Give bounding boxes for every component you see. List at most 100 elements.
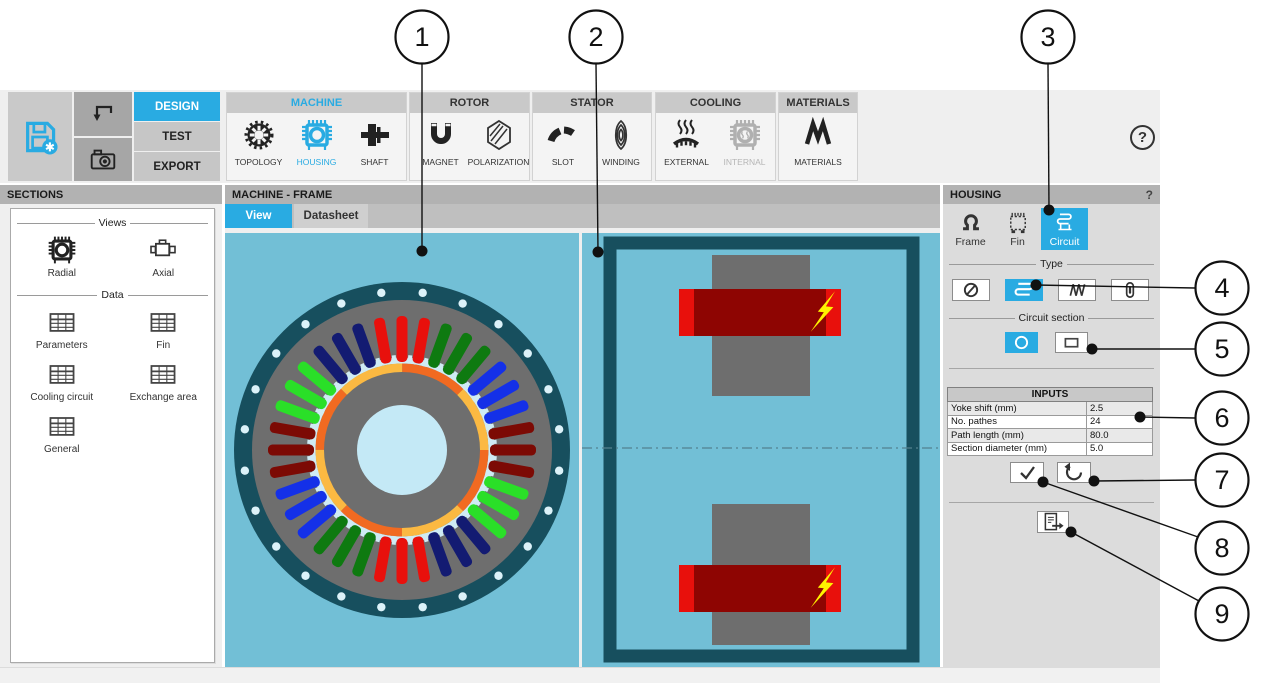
frame-icon xyxy=(958,210,984,236)
input-label: Section diameter (mm) xyxy=(947,441,1087,456)
svg-text:4: 4 xyxy=(1214,273,1229,303)
radial-view-canvas[interactable] xyxy=(225,233,579,667)
radial-view-label: Radial xyxy=(47,268,76,279)
tab-view[interactable]: View xyxy=(225,204,292,228)
svg-text:6: 6 xyxy=(1214,403,1229,433)
section-circle-button[interactable] xyxy=(1005,332,1038,353)
ribbon-item-polarization[interactable]: POLARIZATION xyxy=(468,117,529,167)
no-circuit-icon xyxy=(963,282,979,298)
section-data-exchange-area[interactable]: Exchange area xyxy=(130,353,197,403)
svg-text:2: 2 xyxy=(588,22,603,52)
housing-tab-frame[interactable]: Frame xyxy=(947,208,994,250)
svg-text:9: 9 xyxy=(1214,599,1229,629)
parameters-label: Parameters xyxy=(35,340,88,351)
help-button[interactable]: ? xyxy=(1130,125,1155,150)
table-icon xyxy=(44,410,80,442)
ribbon-item-magnet[interactable]: MAGNET xyxy=(412,117,470,167)
section-data-general[interactable]: General xyxy=(44,405,80,455)
general-label: General xyxy=(43,444,80,455)
ribbon-item-external-cooling-label: EXTERNAL xyxy=(664,157,709,167)
section-data-cooling-circuit[interactable]: Cooling circuit xyxy=(30,353,93,403)
save-button[interactable] xyxy=(8,92,72,181)
ribbon-item-internal-cooling: INTERNAL xyxy=(716,117,774,167)
ribbon-item-shaft[interactable]: SHAFT xyxy=(346,117,404,167)
input-label: No. pathes xyxy=(947,414,1087,429)
table-row: Path length (mm) 80.0 xyxy=(947,428,1153,443)
table-icon xyxy=(44,306,80,338)
callout-7: 7 xyxy=(1194,452,1250,508)
inputs-table: INPUTS Yoke shift (mm) 2.5 No. pathes 24… xyxy=(947,387,1153,456)
winding-icon xyxy=(614,119,628,151)
no-pathes-value[interactable]: 24 xyxy=(1086,414,1153,429)
tab-export[interactable]: EXPORT xyxy=(134,152,220,181)
table-icon xyxy=(145,306,181,338)
yoke-shift-value[interactable]: 2.5 xyxy=(1086,401,1153,416)
ribbon-item-winding[interactable]: WINDING xyxy=(592,117,650,167)
input-label: Yoke shift (mm) xyxy=(947,401,1087,416)
inputs-table-title: INPUTS xyxy=(947,387,1153,402)
separator xyxy=(949,502,1154,503)
topology-icon xyxy=(244,120,273,150)
svg-text:7: 7 xyxy=(1214,465,1229,495)
section-square-button[interactable] xyxy=(1055,332,1088,353)
sections-box: Views Radial Axial Data Parameters Fin C… xyxy=(10,208,215,663)
radial-view-icon xyxy=(44,234,80,266)
ribbon-item-slot[interactable]: SLOT xyxy=(534,117,592,167)
screenshot-button[interactable] xyxy=(74,138,132,181)
ribbon-group-cooling: COOLING EXTERNAL INTERNAL xyxy=(655,92,776,181)
axial-view-icon xyxy=(150,239,177,257)
axial-view-canvas[interactable] xyxy=(582,233,940,667)
path-length-value[interactable]: 80.0 xyxy=(1086,428,1153,443)
ribbon-group-materials-label: MATERIALS xyxy=(779,93,857,113)
section-data-parameters[interactable]: Parameters xyxy=(36,301,88,351)
housing-panel-title: HOUSING xyxy=(950,188,1002,201)
type-axial-duct-button[interactable] xyxy=(1111,279,1149,301)
frame-tab-label: Frame xyxy=(955,236,986,248)
housing-tabs: Frame Fin Circuit xyxy=(947,208,1088,250)
apply-button[interactable] xyxy=(1010,462,1044,483)
section-view-radial[interactable]: Radial xyxy=(44,229,80,279)
input-label: Path length (mm) xyxy=(947,428,1087,443)
circle-section-icon xyxy=(1014,335,1029,350)
svg-text:8: 8 xyxy=(1214,533,1229,563)
ribbon-item-topology[interactable]: TOPOLOGY xyxy=(230,117,288,167)
ribbon-group-stator: STATOR SLOT WINDING xyxy=(532,92,652,181)
ribbon-item-housing[interactable]: HOUSING xyxy=(288,117,346,167)
ribbon-group-machine: MACHINE TOPOLOGY HOUSING SHAFT xyxy=(226,92,407,181)
data-divider: Data xyxy=(17,289,208,301)
type-serpentine-button[interactable] xyxy=(1005,279,1043,301)
ribbon-group-machine-label: MACHINE xyxy=(227,93,406,113)
separator xyxy=(949,368,1154,369)
reset-button[interactable] xyxy=(1057,462,1091,483)
polarization-icon xyxy=(486,119,511,151)
circuit-tab-label: Circuit xyxy=(1049,236,1080,248)
tab-design[interactable]: DESIGN xyxy=(134,92,220,121)
housing-help-button[interactable]: ? xyxy=(1146,188,1153,202)
tab-datasheet[interactable]: Datasheet xyxy=(294,204,368,228)
magnet-icon xyxy=(430,123,451,144)
housing-tab-fin[interactable]: Fin xyxy=(994,208,1041,250)
undo-button[interactable] xyxy=(74,92,132,136)
table-row: Section diameter (mm) 5.0 xyxy=(947,441,1153,456)
export-report-button[interactable] xyxy=(1037,511,1069,533)
ribbon-item-internal-cooling-label: INTERNAL xyxy=(723,157,766,167)
check-icon xyxy=(1020,466,1035,480)
ribbon-group-stator-label: STATOR xyxy=(533,93,651,113)
table-row: Yoke shift (mm) 2.5 xyxy=(947,401,1153,416)
table-icon xyxy=(44,358,80,390)
section-diameter-value[interactable]: 5.0 xyxy=(1086,441,1153,456)
help-label: ? xyxy=(1137,129,1148,146)
housing-icon xyxy=(299,117,335,153)
cooling-circuit-label: Cooling circuit xyxy=(30,392,94,403)
ribbon-item-slot-label: SLOT xyxy=(551,157,575,167)
type-divider: Type xyxy=(949,258,1154,270)
save-icon xyxy=(26,121,58,155)
ribbon-item-materials[interactable]: MATERIALS xyxy=(789,117,847,167)
section-view-axial[interactable]: Axial xyxy=(145,229,181,279)
tab-test[interactable]: TEST xyxy=(134,122,220,151)
section-data-fin[interactable]: Fin xyxy=(145,301,181,351)
housing-tab-circuit[interactable]: Circuit xyxy=(1041,208,1088,250)
type-wavy-button[interactable] xyxy=(1058,279,1096,301)
type-none-button[interactable] xyxy=(952,279,990,301)
ribbon-item-external-cooling[interactable]: EXTERNAL xyxy=(658,117,716,167)
